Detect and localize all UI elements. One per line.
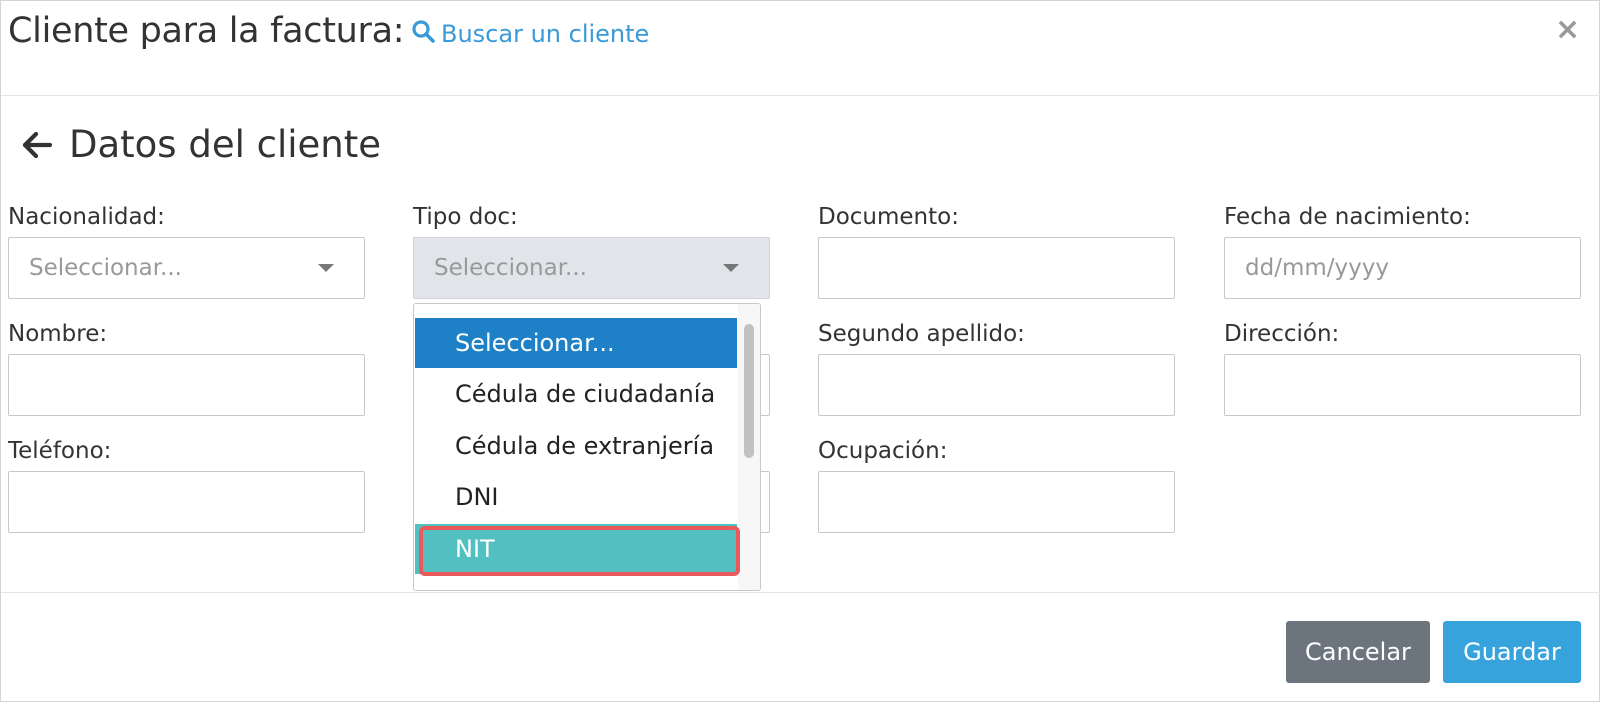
section-title: Datos del cliente (69, 123, 382, 166)
close-icon[interactable]: × (1555, 15, 1580, 45)
ocupacion-label: Ocupación: (818, 438, 948, 464)
caret-down-icon (318, 264, 334, 272)
documento-input[interactable] (818, 237, 1175, 299)
nacionalidad-select-value: Seleccionar... (29, 255, 182, 281)
dropdown-option-cedula-extranjeria[interactable]: Cédula de extranjería (415, 421, 737, 471)
dropdown-scrollbar-thumb[interactable] (744, 324, 754, 458)
arrow-left-icon[interactable] (21, 130, 53, 160)
direccion-input[interactable] (1224, 354, 1581, 416)
dropdown-option-seleccionar[interactable]: Seleccionar... (415, 318, 737, 368)
caret-down-icon (723, 264, 739, 272)
dropdown-option-dni[interactable]: DNI (415, 472, 737, 522)
direccion-label: Dirección: (1224, 321, 1340, 347)
nombre-input[interactable] (8, 354, 365, 416)
nombre-label: Nombre: (8, 321, 108, 347)
nacionalidad-select[interactable]: Seleccionar... (8, 237, 365, 299)
section-header: Datos del cliente (21, 123, 381, 166)
client-modal: Cliente para la factura: Buscar un clien… (0, 0, 1600, 702)
modal-header: Cliente para la factura: Buscar un clien… (1, 1, 1600, 96)
search-client-link[interactable]: Buscar un cliente (411, 19, 649, 49)
tipo-doc-select[interactable]: Seleccionar... (413, 237, 770, 299)
tipo-doc-dropdown: Seleccionar... Cédula de ciudadanía Cédu… (413, 303, 761, 591)
cancel-button[interactable]: Cancelar (1286, 621, 1430, 683)
nacionalidad-label: Nacionalidad: (8, 204, 165, 230)
tipo-doc-select-value: Seleccionar... (434, 255, 587, 281)
documento-label: Documento: (818, 204, 959, 230)
search-client-label: Buscar un cliente (441, 20, 650, 48)
segundo-apellido-label: Segundo apellido: (818, 321, 1025, 347)
dropdown-option-cedula-ciudadania[interactable]: Cédula de ciudadanía (415, 369, 737, 419)
search-icon (411, 19, 441, 49)
telefono-label: Teléfono: (8, 438, 112, 464)
segundo-apellido-input[interactable] (818, 354, 1175, 416)
ocupacion-input[interactable] (818, 471, 1175, 533)
fecha-nacimiento-label: Fecha de nacimiento: (1224, 204, 1471, 230)
telefono-input[interactable] (8, 471, 365, 533)
modal-title: Cliente para la factura: (8, 11, 405, 51)
save-button[interactable]: Guardar (1443, 621, 1581, 683)
fecha-nacimiento-input[interactable]: dd/mm/yyyy (1224, 237, 1581, 299)
dropdown-option-nit[interactable]: NIT (415, 524, 737, 574)
tipo-doc-label: Tipo doc: (413, 204, 518, 230)
